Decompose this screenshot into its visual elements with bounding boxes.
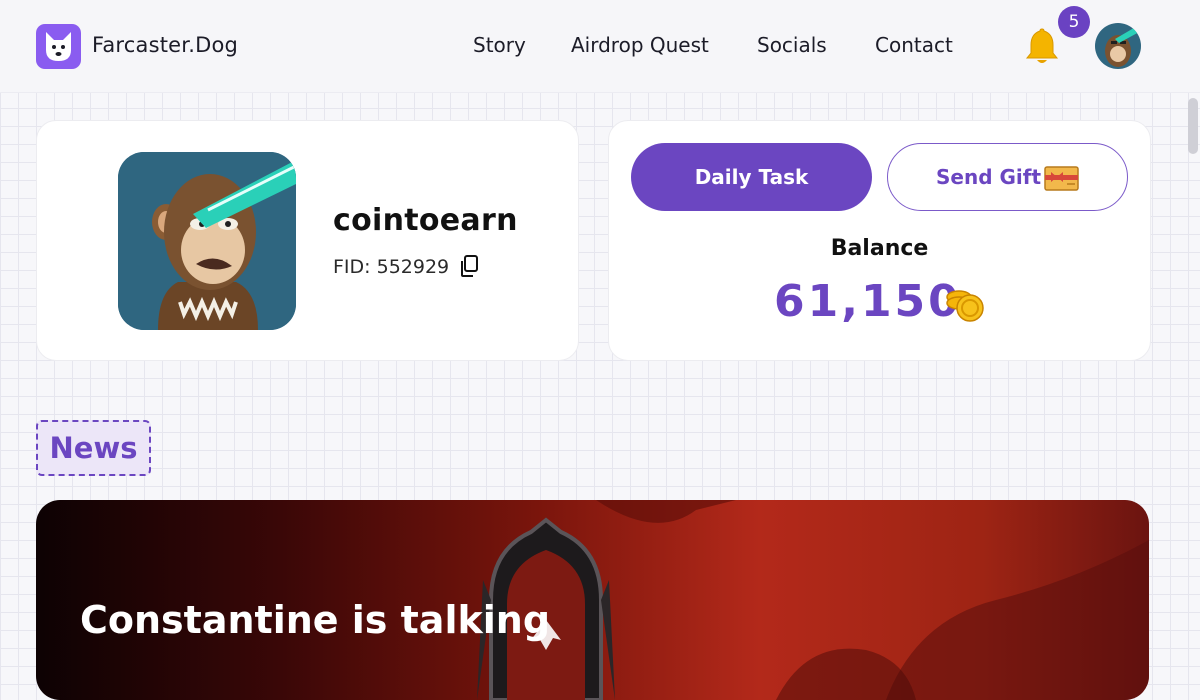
balance-card: Daily Task Send Gift Balance 61,150: [608, 120, 1151, 361]
dog-logo-icon[interactable]: [36, 24, 81, 69]
coin-stack-icon: [945, 287, 985, 327]
profile-username: cointoearn: [333, 203, 518, 238]
daily-task-button[interactable]: Daily Task: [631, 143, 872, 211]
profile-card: cointoearn FID: 552929: [36, 120, 579, 361]
brand-name[interactable]: Farcaster.Dog: [92, 33, 238, 57]
profile-picture: [118, 152, 296, 330]
balance-value: 61,150: [774, 276, 962, 327]
profile-fid: FID: 552929: [333, 256, 450, 278]
user-avatar[interactable]: [1095, 23, 1141, 69]
balance-title: Balance: [830, 236, 929, 261]
nav-socials[interactable]: Socials: [757, 33, 827, 57]
top-navbar: Farcaster.Dog Story Airdrop Quest Social…: [0, 0, 1200, 93]
nav-contact[interactable]: Contact: [875, 33, 953, 57]
news-headline: Constantine is talking: [80, 598, 551, 642]
nav-airdrop-quest[interactable]: Airdrop Quest: [571, 33, 709, 57]
copy-icon[interactable]: [458, 254, 480, 278]
notification-badge: 5: [1058, 6, 1090, 38]
page-scrollbar[interactable]: [1188, 98, 1198, 154]
bell-icon[interactable]: [1024, 26, 1060, 66]
news-banner[interactable]: Constantine is talking: [36, 500, 1149, 700]
send-gift-label: Send Gift: [936, 165, 1042, 189]
gift-icon: [1044, 164, 1080, 197]
send-gift-button[interactable]: Send Gift: [887, 143, 1128, 211]
nav-story[interactable]: Story: [473, 33, 526, 57]
news-section-label: News: [36, 420, 151, 476]
